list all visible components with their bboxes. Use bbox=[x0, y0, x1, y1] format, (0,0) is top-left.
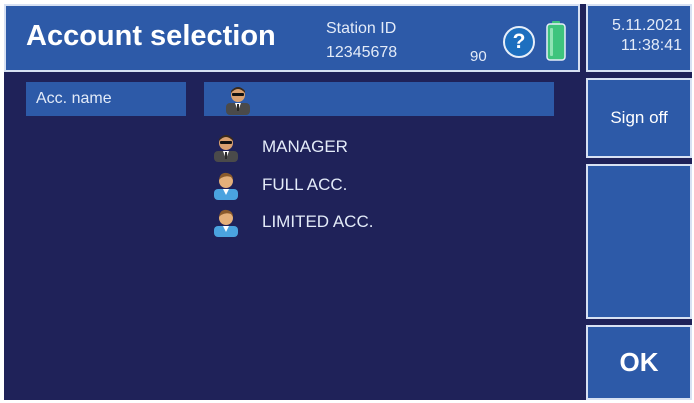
battery-icon bbox=[546, 21, 566, 61]
time-text: 11:38:41 bbox=[620, 37, 682, 54]
date-text: 5.11.2021 bbox=[612, 17, 682, 34]
manager-user-icon bbox=[226, 87, 250, 115]
screen: Account selection Station ID 12345678 90… bbox=[4, 4, 692, 400]
datetime-display: 5.11.2021 11:38:41 bbox=[586, 4, 692, 72]
selected-account-field[interactable] bbox=[204, 82, 554, 116]
manager-user-icon bbox=[214, 135, 238, 162]
list-item[interactable]: LIMITED ACC. bbox=[210, 207, 570, 237]
list-item-label: LIMITED ACC. bbox=[262, 212, 374, 231]
account-name-header: Acc. name bbox=[26, 82, 186, 116]
user-icon bbox=[214, 172, 238, 200]
empty-side-button bbox=[586, 164, 692, 319]
list-item-label: FULL ACC. bbox=[262, 175, 348, 194]
page-title: Account selection bbox=[26, 20, 276, 52]
help-button[interactable]: ? bbox=[503, 26, 535, 58]
station-id-label: Station ID bbox=[326, 20, 397, 37]
sign-off-button[interactable]: Sign off bbox=[586, 78, 692, 158]
ok-button[interactable]: OK bbox=[586, 325, 692, 400]
list-item[interactable]: FULL ACC. bbox=[210, 170, 570, 200]
header-bar: Account selection Station ID 12345678 90… bbox=[4, 4, 580, 72]
battery-level: 90 bbox=[470, 48, 487, 65]
user-icon bbox=[214, 209, 238, 237]
station-id-value: 12345678 bbox=[326, 44, 398, 61]
list-item-label: MANAGER bbox=[262, 137, 348, 156]
list-item[interactable]: MANAGER bbox=[210, 132, 570, 162]
